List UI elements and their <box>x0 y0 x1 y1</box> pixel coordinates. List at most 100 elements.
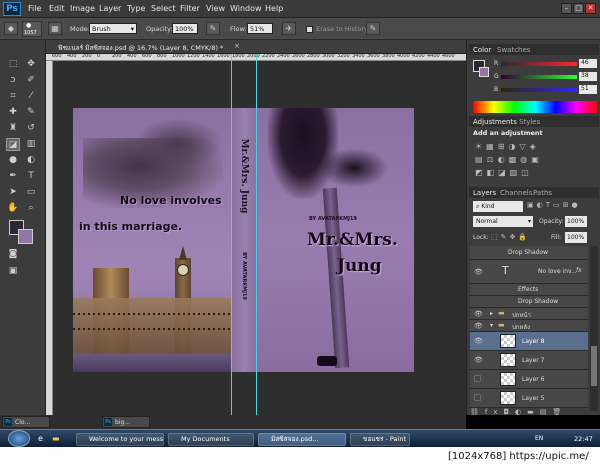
collapse-arrow-icon[interactable]: ▾ <box>490 322 493 329</box>
b-slider[interactable] <box>501 88 577 92</box>
eye-icon[interactable]: 👁 <box>474 310 483 318</box>
quick-select-icon[interactable]: ✐ <box>24 74 38 87</box>
layer-row[interactable]: Drop Shadow <box>470 246 588 260</box>
tab-styles[interactable]: Styles <box>519 118 540 126</box>
menu-select[interactable]: Select <box>151 4 176 13</box>
eye-icon[interactable]: 👁 <box>474 322 483 330</box>
color-spectrum-ramp[interactable] <box>473 101 597 113</box>
tab-paths[interactable]: Paths <box>533 189 552 197</box>
opacity-field[interactable]: 100% <box>172 23 198 34</box>
mode-select[interactable]: Brush ▾ <box>89 23 137 34</box>
history-brush-icon[interactable]: ↺ <box>24 122 38 135</box>
layer-kind-filter[interactable]: ⌕ Kind <box>473 201 523 212</box>
layer-group-row[interactable]: 👁 ▾ ▬ ปกหลัง <box>470 320 588 332</box>
menu-layer[interactable]: Layer <box>99 4 121 13</box>
menu-help[interactable]: Help <box>265 4 283 13</box>
type-tool-icon[interactable]: T <box>24 170 38 183</box>
blur-tool-icon[interactable]: ● <box>6 154 20 167</box>
tab-swatches[interactable]: Swatches <box>497 46 530 54</box>
hidden-visibility-box[interactable] <box>474 375 481 382</box>
move-tool-icon[interactable]: ✥ <box>24 58 38 71</box>
ie-quicklaunch-icon[interactable]: e <box>38 434 43 443</box>
scrollbar-thumb[interactable] <box>591 346 597 386</box>
expand-arrow-icon[interactable]: ▸ <box>490 310 493 317</box>
document-canvas[interactable]: No love involves in this marriage. Mr.&M… <box>73 108 414 372</box>
pressure-opacity-icon[interactable]: ✎ <box>206 22 220 35</box>
menu-type[interactable]: Type <box>127 4 145 13</box>
tab-adjustments[interactable]: Adjustments <box>473 118 517 126</box>
dodge-tool-icon[interactable]: ◐ <box>24 154 38 167</box>
g-slider[interactable] <box>501 75 577 79</box>
adjustment-icons-grid[interactable]: ☀▦⊞◑▽◈ ▤⚖◐▩◍▣ ◩◧◪▧◫ <box>475 140 595 179</box>
flow-field[interactable]: 51% <box>247 23 273 34</box>
minimize-button[interactable]: – <box>561 3 572 14</box>
crop-tool-icon[interactable]: ⌗ <box>6 90 20 103</box>
folder-quicklaunch-icon[interactable]: ▬ <box>52 434 60 443</box>
b-value-field[interactable]: 51 <box>579 85 597 94</box>
hidden-visibility-box[interactable] <box>474 394 481 401</box>
eraser-tool-icon[interactable]: ◪ <box>6 138 20 151</box>
guide-line-right[interactable] <box>256 54 257 415</box>
language-indicator[interactable]: EN <box>535 435 543 442</box>
layer-filter-icons[interactable]: ▣◐T▭⊞● <box>527 201 595 212</box>
menu-image[interactable]: Image <box>70 4 95 13</box>
tab-color[interactable]: Color <box>473 46 491 54</box>
layer-row[interactable]: 👁 T No love inv... fx <box>470 260 588 284</box>
clock[interactable]: 22:47 <box>574 435 593 443</box>
eyedropper-tool-icon[interactable]: ⁄ <box>24 90 38 103</box>
g-value-field[interactable]: 38 <box>579 72 597 81</box>
close-button[interactable]: ✕ <box>585 3 596 14</box>
document-tab[interactable]: ฟิชแนลร์ มิสซิสจอง.psd @ 16.7% (Layer 8,… <box>46 40 466 54</box>
shape-tool-icon[interactable]: ▭ <box>24 186 38 199</box>
minimized-doc[interactable]: Ps big... <box>102 416 150 428</box>
eye-icon[interactable]: 👁 <box>474 268 483 276</box>
clone-stamp-icon[interactable]: ♜ <box>6 122 20 135</box>
taskbar-paint[interactable]: ขอแชร - Paint <box>350 433 410 446</box>
layer-group-row[interactable]: 👁 ▸ ▬ ปกหน้า <box>470 308 588 320</box>
healing-tool-icon[interactable]: ✚ <box>6 106 20 119</box>
path-select-icon[interactable]: ➤ <box>6 186 20 199</box>
eraser-tool-preset-icon[interactable]: ◆ <box>4 22 18 35</box>
gradient-tool-icon[interactable]: ▥ <box>24 138 38 151</box>
tab-layers[interactable]: Layers <box>473 189 496 197</box>
layers-scrollbar[interactable] <box>590 246 598 411</box>
pressure-size-icon[interactable]: ✎ <box>366 22 380 35</box>
layer-row[interactable]: Layer 6 <box>470 370 588 389</box>
layer-row[interactable]: Effects <box>470 284 588 296</box>
menu-view[interactable]: View <box>206 4 225 13</box>
tab-channels[interactable]: Channels <box>500 189 532 197</box>
marquee-tool-icon[interactable]: ⬚ <box>6 58 20 71</box>
lock-icons[interactable]: ⬚✎✥🔒 <box>491 233 541 241</box>
brush-tool-icon[interactable]: ✎ <box>24 106 38 119</box>
minimized-doc[interactable]: Ps Clo... <box>2 416 50 428</box>
eye-icon[interactable]: 👁 <box>474 356 483 364</box>
eye-icon[interactable]: 👁 <box>474 337 483 345</box>
taskbar-photoshop[interactable]: มิสซิสจอง.psd... <box>258 433 346 446</box>
blend-mode-select[interactable]: Normal ▾ <box>473 216 533 227</box>
maximize-button[interactable]: □ <box>573 3 584 14</box>
taskbar-chrome-window[interactable]: Welcome to your mess... <box>76 433 164 446</box>
r-value-field[interactable]: 46 <box>579 59 597 68</box>
layer-row[interactable]: Layer 5 <box>470 389 588 408</box>
start-button[interactable] <box>8 430 30 447</box>
brush-panel-icon[interactable]: ▦ <box>48 22 62 35</box>
quick-mask-icon[interactable]: ◙ <box>6 248 20 261</box>
screen-mode-icon[interactable]: ▣ <box>6 265 20 278</box>
erase-history-checkbox[interactable] <box>306 26 313 33</box>
layer-opacity-field[interactable]: 100% <box>565 216 587 227</box>
layers-footer-icons[interactable]: ⛓fx◘◐▬▤🗑 <box>470 408 594 416</box>
pen-tool-icon[interactable]: ✒ <box>6 170 20 183</box>
background-color-swatch[interactable] <box>18 229 33 244</box>
layer-row[interactable]: 👁 Layer 7 <box>470 351 588 370</box>
zoom-tool-icon[interactable]: ⌕ <box>24 202 38 215</box>
taskbar-my-documents[interactable]: My Documents <box>168 433 254 446</box>
layer-row[interactable]: Drop Shadow <box>470 296 588 308</box>
lasso-tool-icon[interactable]: ↄ <box>6 74 20 87</box>
airbrush-icon[interactable]: ✈ <box>282 22 296 35</box>
r-slider[interactable] <box>501 62 577 66</box>
brush-size-picker[interactable]: ● 1057 <box>22 21 42 37</box>
fill-field[interactable]: 100% <box>565 232 587 243</box>
menu-edit[interactable]: Edit <box>49 4 65 13</box>
menu-filter[interactable]: Filter <box>180 4 200 13</box>
close-tab-icon[interactable]: × <box>234 42 240 50</box>
